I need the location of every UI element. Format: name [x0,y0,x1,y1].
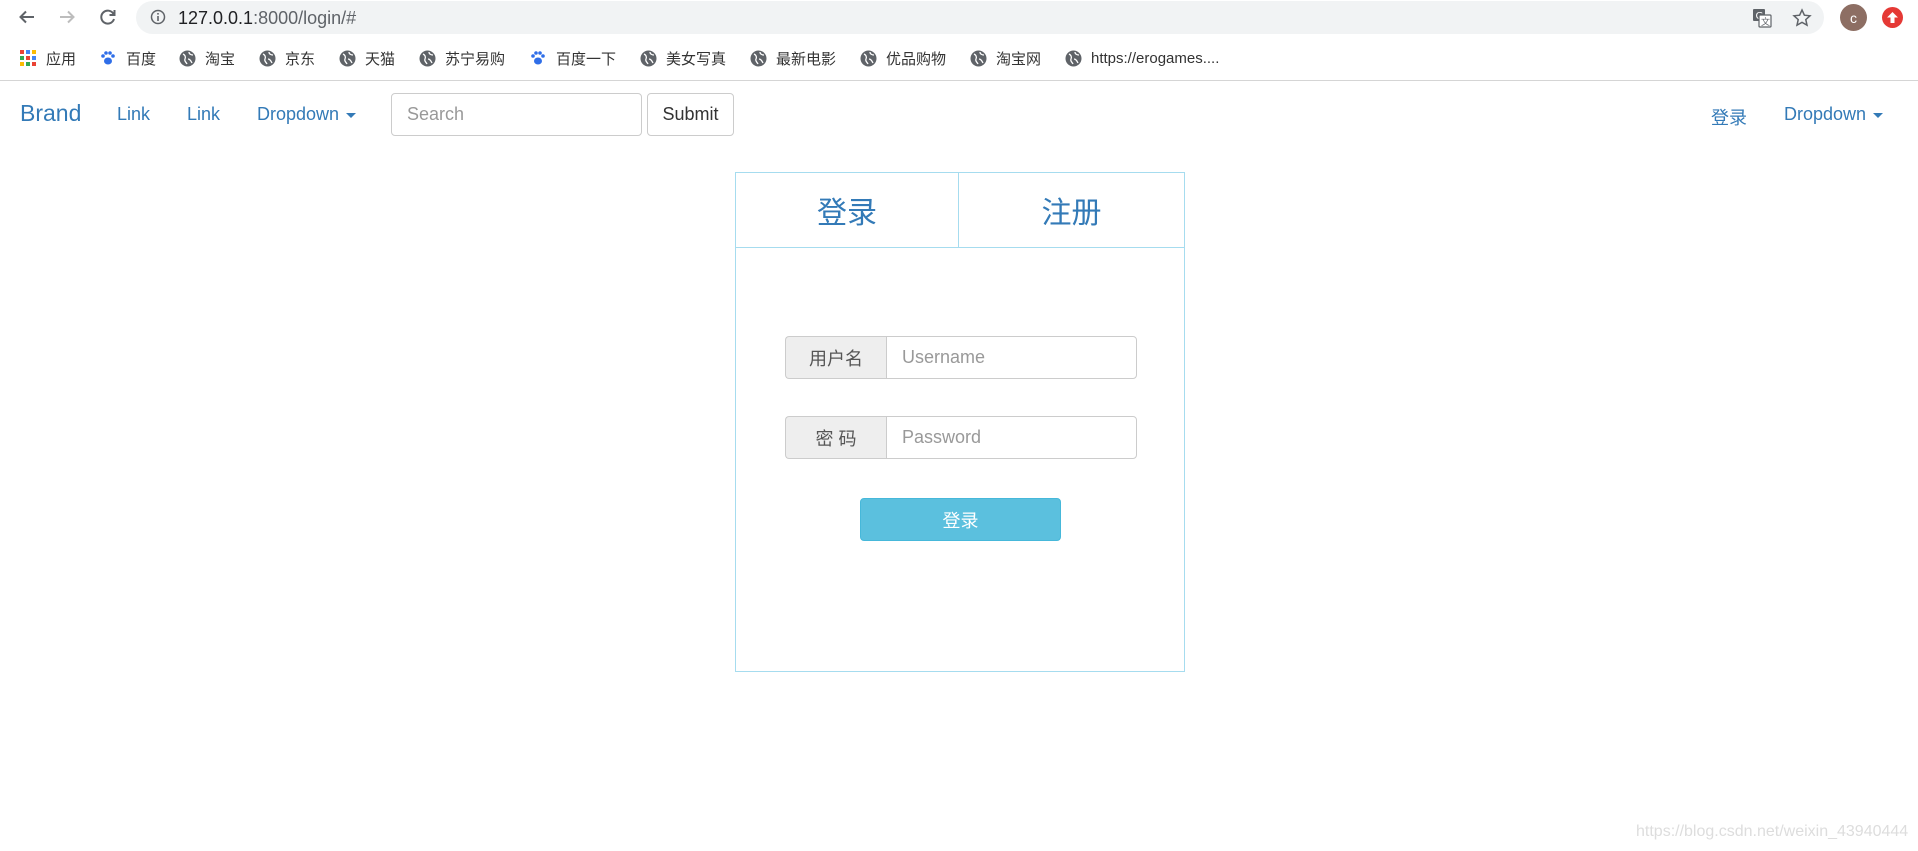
reload-button[interactable] [95,4,121,30]
globe-icon [1064,49,1082,67]
password-input[interactable] [886,416,1137,459]
profile-avatar[interactable]: c [1840,4,1867,31]
globe-icon [338,49,356,67]
back-button[interactable] [14,4,40,30]
nav-link-2[interactable]: Link [187,104,220,125]
forward-button[interactable] [54,4,80,30]
bookmark-apps[interactable]: 应用 [19,47,76,69]
password-label: 密 码 [785,416,886,459]
bookmark-star-button[interactable] [1791,7,1813,29]
globe-icon [969,49,987,67]
bookmark-label: 百度 [126,50,157,68]
bookmark-baidu-search[interactable]: 百度一下 [529,47,616,69]
bookmark-movies[interactable]: 最新电影 [749,47,836,69]
nav-dropdown-right[interactable]: Dropdown [1784,104,1884,125]
bookmark-label: 最新电影 [776,50,837,68]
bookmark-taobao-net[interactable]: 淘宝网 [969,47,1041,69]
extension-button[interactable] [1882,7,1903,28]
caret-down-icon [1873,112,1884,118]
watermark: https://blog.csdn.net/weixin_43940444 [1636,823,1909,840]
arrow-left-icon [19,10,34,24]
bookmark-label: 应用 [46,50,77,68]
bookmark-label: 淘宝 [205,50,236,68]
globe-icon [749,49,767,67]
tab-register[interactable]: 注册 [960,173,1183,247]
apps-grid-icon [19,49,37,67]
bookmark-baidu[interactable]: 百度 [99,47,156,69]
bookmark-erogames[interactable]: https://erogames.... [1064,47,1219,69]
caret-down-icon [346,112,357,118]
arrow-right-icon [60,10,75,24]
info-icon[interactable] [150,9,166,25]
globe-icon [418,49,436,67]
translate-button[interactable]: G文 [1751,7,1773,29]
bookmark-label: https://erogames.... [1091,49,1220,67]
reload-icon [100,9,116,25]
browser-toolbar: 127.0.0.1:8000/login/# G文 c [0,0,1918,35]
tab-login[interactable]: 登录 [736,173,959,247]
nav-dropdown-left[interactable]: Dropdown [257,104,357,125]
dropdown-label: Dropdown [257,104,340,124]
search-input[interactable] [391,93,642,136]
url-text: 127.0.0.1:8000/login/# [178,8,357,28]
bookmark-label: 京东 [285,50,316,68]
baidu-paw-icon [99,49,117,67]
translate-icon: G文 [1753,9,1772,28]
bookmark-shopping[interactable]: 优品购物 [859,47,946,69]
submit-button[interactable]: Submit [647,93,734,136]
login-panel: 登录 注册 用户名 密 码 登录 [735,172,1185,672]
bookmark-label: 美女写真 [666,50,727,68]
bookmark-jd[interactable]: 京东 [258,47,315,69]
dropdown-label: Dropdown [1784,104,1867,124]
address-bar[interactable]: 127.0.0.1:8000/login/# G文 [136,1,1824,34]
bookmark-label: 淘宝网 [996,50,1042,68]
bookmark-label: 苏宁易购 [445,50,506,68]
bookmark-label: 优品购物 [886,50,947,68]
bookmark-suning[interactable]: 苏宁易购 [418,47,505,69]
username-group: 用户名 [785,336,1137,379]
baidu-paw-icon [529,49,547,67]
username-label: 用户名 [785,336,886,379]
globe-icon [178,49,196,67]
brand-link[interactable]: Brand [20,100,81,127]
bookmark-photos[interactable]: 美女写真 [639,47,726,69]
extension-icon [1887,12,1898,23]
svg-text:文: 文 [1761,16,1770,28]
password-group: 密 码 [785,416,1137,459]
globe-icon [258,49,276,67]
nav-link-1[interactable]: Link [117,104,150,125]
bookmark-label: 天猫 [365,50,396,68]
nav-login-link[interactable]: 登录 [1711,104,1747,130]
globe-icon [639,49,657,67]
bookmark-tmall[interactable]: 天猫 [338,47,395,69]
bookmark-label: 百度一下 [556,50,617,68]
star-icon [1792,8,1812,27]
globe-icon [859,49,877,67]
auth-tabs: 登录 注册 [736,173,1184,248]
username-input[interactable] [886,336,1137,379]
bookmarks-bar: 应用 百度 淘宝 京东 天猫 苏宁易购 百度一下 美女写真 最新电影 优品购物 … [0,35,1918,81]
bookmark-taobao[interactable]: 淘宝 [178,47,235,69]
login-button[interactable]: 登录 [860,498,1061,541]
site-navbar: Brand Link Link Dropdown Submit 登录 Dropd… [0,81,1918,147]
